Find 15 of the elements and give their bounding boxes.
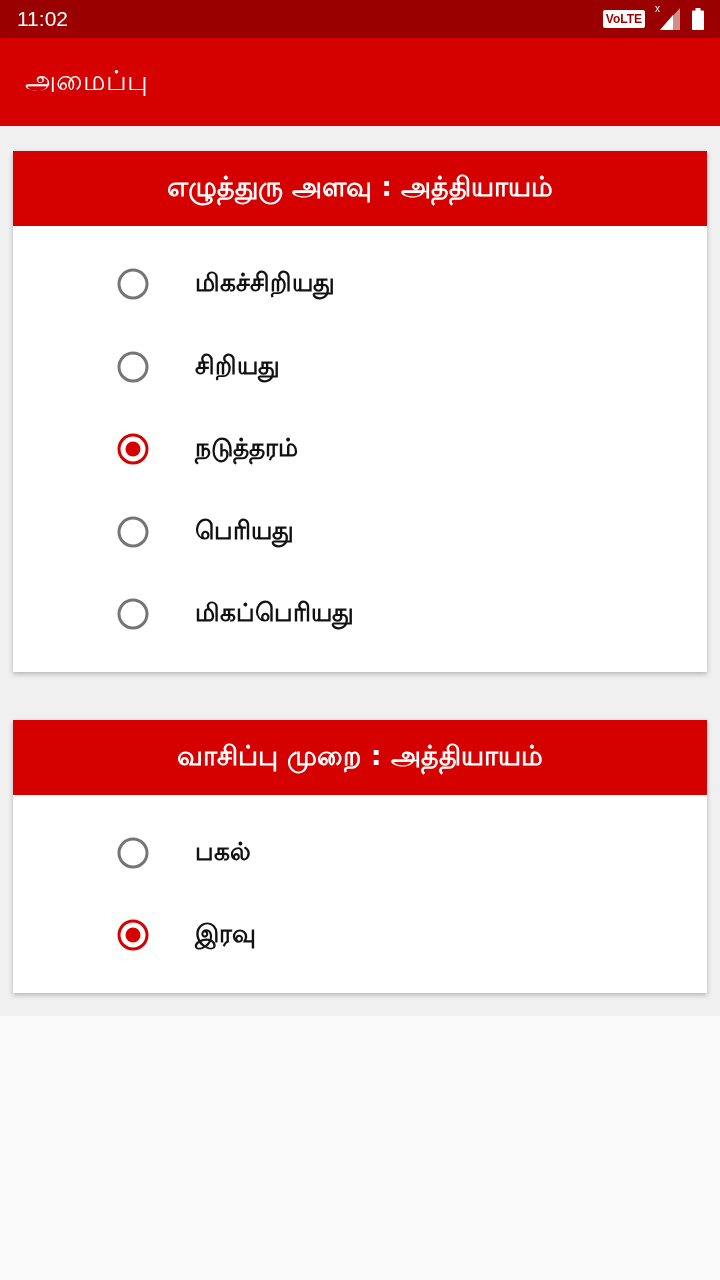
radio-option[interactable]: நடுத்தரம் <box>13 408 707 491</box>
radio-option[interactable]: பெரியது <box>13 490 707 573</box>
card-header: வாசிப்பு முறை : அத்தியாயம் <box>13 719 707 795</box>
radio-option[interactable]: சிறியது <box>13 325 707 408</box>
no-data-mark: x <box>655 4 660 14</box>
radio-option[interactable]: இரவு <box>13 894 707 977</box>
battery-icon <box>692 8 704 30</box>
clock-time: 11:02 <box>17 7 68 31</box>
app-bar-title: அமைப்பு <box>25 64 148 99</box>
card-header: எழுத்துரு அளவு : அத்தியாயம் <box>13 151 707 226</box>
radio-option[interactable]: மிகச்சிறியது <box>13 243 707 326</box>
signal-icon <box>660 8 680 30</box>
radio-option[interactable]: மிகப்பெரியது <box>13 573 707 656</box>
radio-option[interactable]: பகல் <box>13 811 707 894</box>
network-badge: VoLTE <box>602 10 645 28</box>
